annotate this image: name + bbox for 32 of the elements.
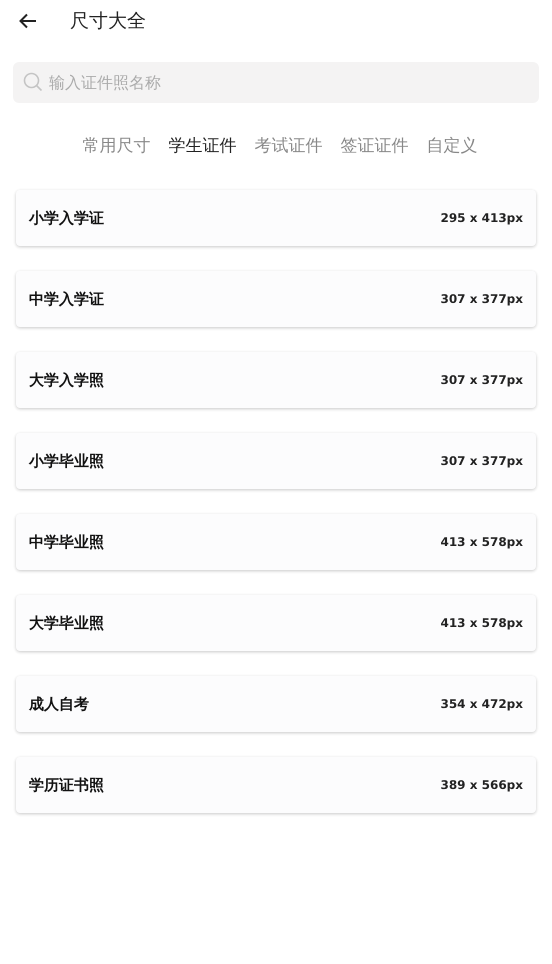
search-field[interactable]: 输入证件照名称 [13,62,539,103]
page-title: 尺寸大全 [70,9,146,34]
size-card[interactable]: 学历证书照 389 x 566px [16,757,536,813]
item-size: 354 x 472px [440,697,523,711]
item-name: 中学入学证 [29,290,104,308]
size-card[interactable]: 中学入学证 307 x 377px [16,271,536,327]
item-size: 413 x 578px [440,616,523,630]
item-size: 413 x 578px [440,535,523,549]
item-name: 中学毕业照 [29,532,104,552]
item-name: 成人自考 [29,694,89,714]
size-card[interactable]: 大学入学照 307 x 377px [16,352,536,408]
item-name: 小学入学证 [29,208,104,228]
item-name: 小学毕业照 [29,452,104,470]
back-icon[interactable] [19,13,37,29]
item-size: 307 x 377px [440,373,523,387]
item-size: 295 x 413px [440,211,523,225]
item-name: 大学入学照 [29,370,104,390]
size-card[interactable]: 大学毕业照 413 x 578px [16,595,536,651]
item-size: 307 x 377px [440,292,523,306]
size-card[interactable]: 中学毕业照 413 x 578px [16,514,536,570]
item-size: 389 x 566px [440,778,523,792]
category-tab[interactable]: 学生证件 [166,132,238,159]
category-tab[interactable]: 考试证件 [252,132,324,159]
item-name: 学历证书照 [29,776,104,794]
category-tab[interactable]: 自定义 [424,132,480,159]
size-card[interactable]: 成人自考 354 x 472px [16,676,536,732]
item-name: 大学毕业照 [29,614,104,632]
size-card[interactable]: 小学入学证 295 x 413px [16,190,536,246]
size-card[interactable]: 小学毕业照 307 x 377px [16,433,536,489]
category-tab[interactable]: 常用尺寸 [80,132,152,159]
category-tab[interactable]: 签证证件 [338,132,410,159]
item-size: 307 x 377px [440,454,523,468]
